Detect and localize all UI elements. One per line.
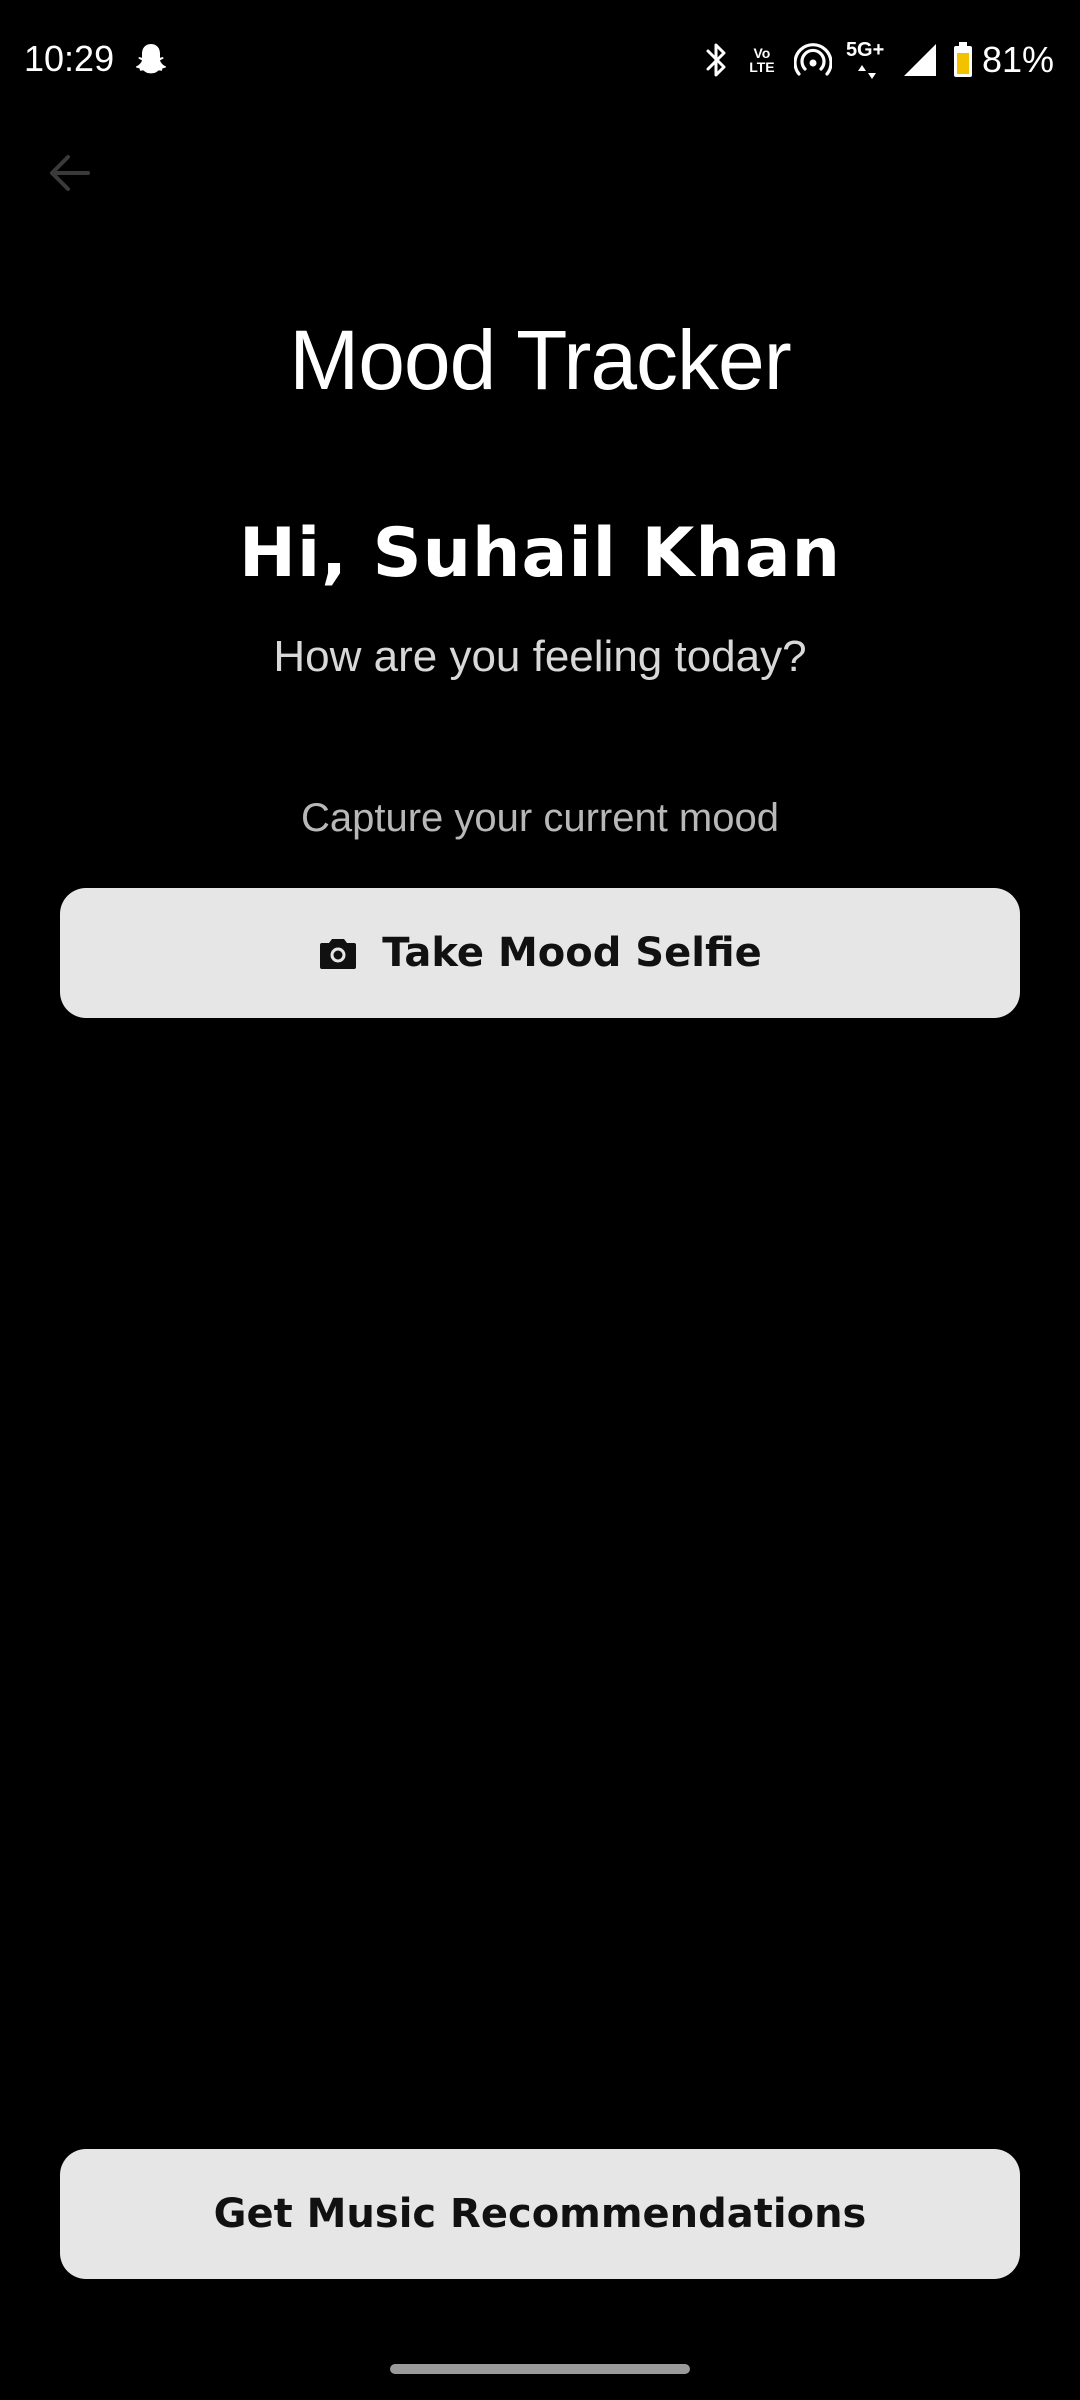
cell-signal-icon [903, 44, 936, 76]
get-music-recommendations-label: Get Music Recommendations [213, 2191, 867, 2237]
arrow-left-icon [50, 155, 90, 191]
volte-label-top: Vo [753, 45, 771, 61]
capture-mood-label: Capture your current mood [300, 796, 779, 840]
feeling-prompt: How are you feeling today? [273, 632, 807, 681]
take-mood-selfie-button[interactable]: Take Mood Selfie [60, 888, 1020, 1018]
home-indicator[interactable] [390, 2364, 690, 2374]
status-time: 10:29 [24, 38, 115, 79]
5g-plus-icon: 5G+ [846, 40, 888, 80]
mood-tracker-screen: 10:29 Vo LTE 5G+ 81% Mood Tracker Hi, Su… [0, 0, 1080, 2400]
volte-icon: Vo LTE [744, 46, 780, 74]
page-title: Mood Tracker [289, 313, 792, 407]
volte-label-bottom: LTE [749, 59, 775, 75]
status-bar: 10:29 Vo LTE 5G+ 81% [0, 0, 1080, 120]
battery-percent: 81% [981, 39, 1054, 80]
data-activity-icon [857, 65, 876, 79]
get-music-recommendations-button[interactable]: Get Music Recommendations [60, 2149, 1020, 2279]
back-button[interactable] [36, 140, 102, 206]
snapchat-icon [135, 44, 167, 74]
status-icons: Vo LTE 5G+ 81% [704, 38, 1054, 82]
take-mood-selfie-label: Take Mood Selfie [382, 930, 762, 976]
user-greeting: Hi, Suhail Khan [238, 514, 842, 593]
network-type-label: 5G+ [845, 39, 885, 61]
bluetooth-icon [706, 43, 726, 77]
hotspot-icon [793, 43, 832, 76]
camera-icon [320, 939, 357, 969]
battery-icon [953, 42, 972, 77]
